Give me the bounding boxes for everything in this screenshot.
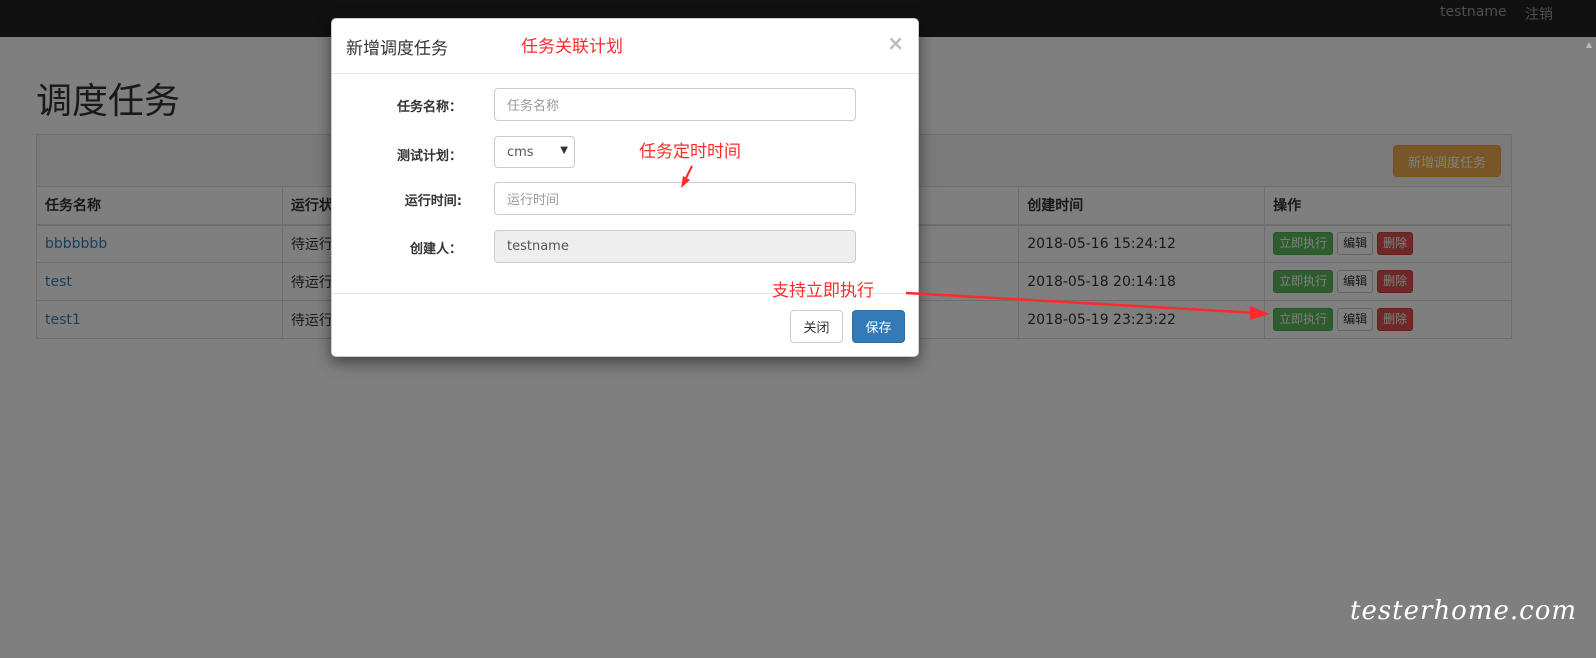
arrow-to-time-input xyxy=(681,165,693,188)
watermark: testerhome.com xyxy=(1350,596,1578,626)
annotation-arrows xyxy=(681,165,1270,320)
arrow-to-run-now xyxy=(905,291,1270,320)
